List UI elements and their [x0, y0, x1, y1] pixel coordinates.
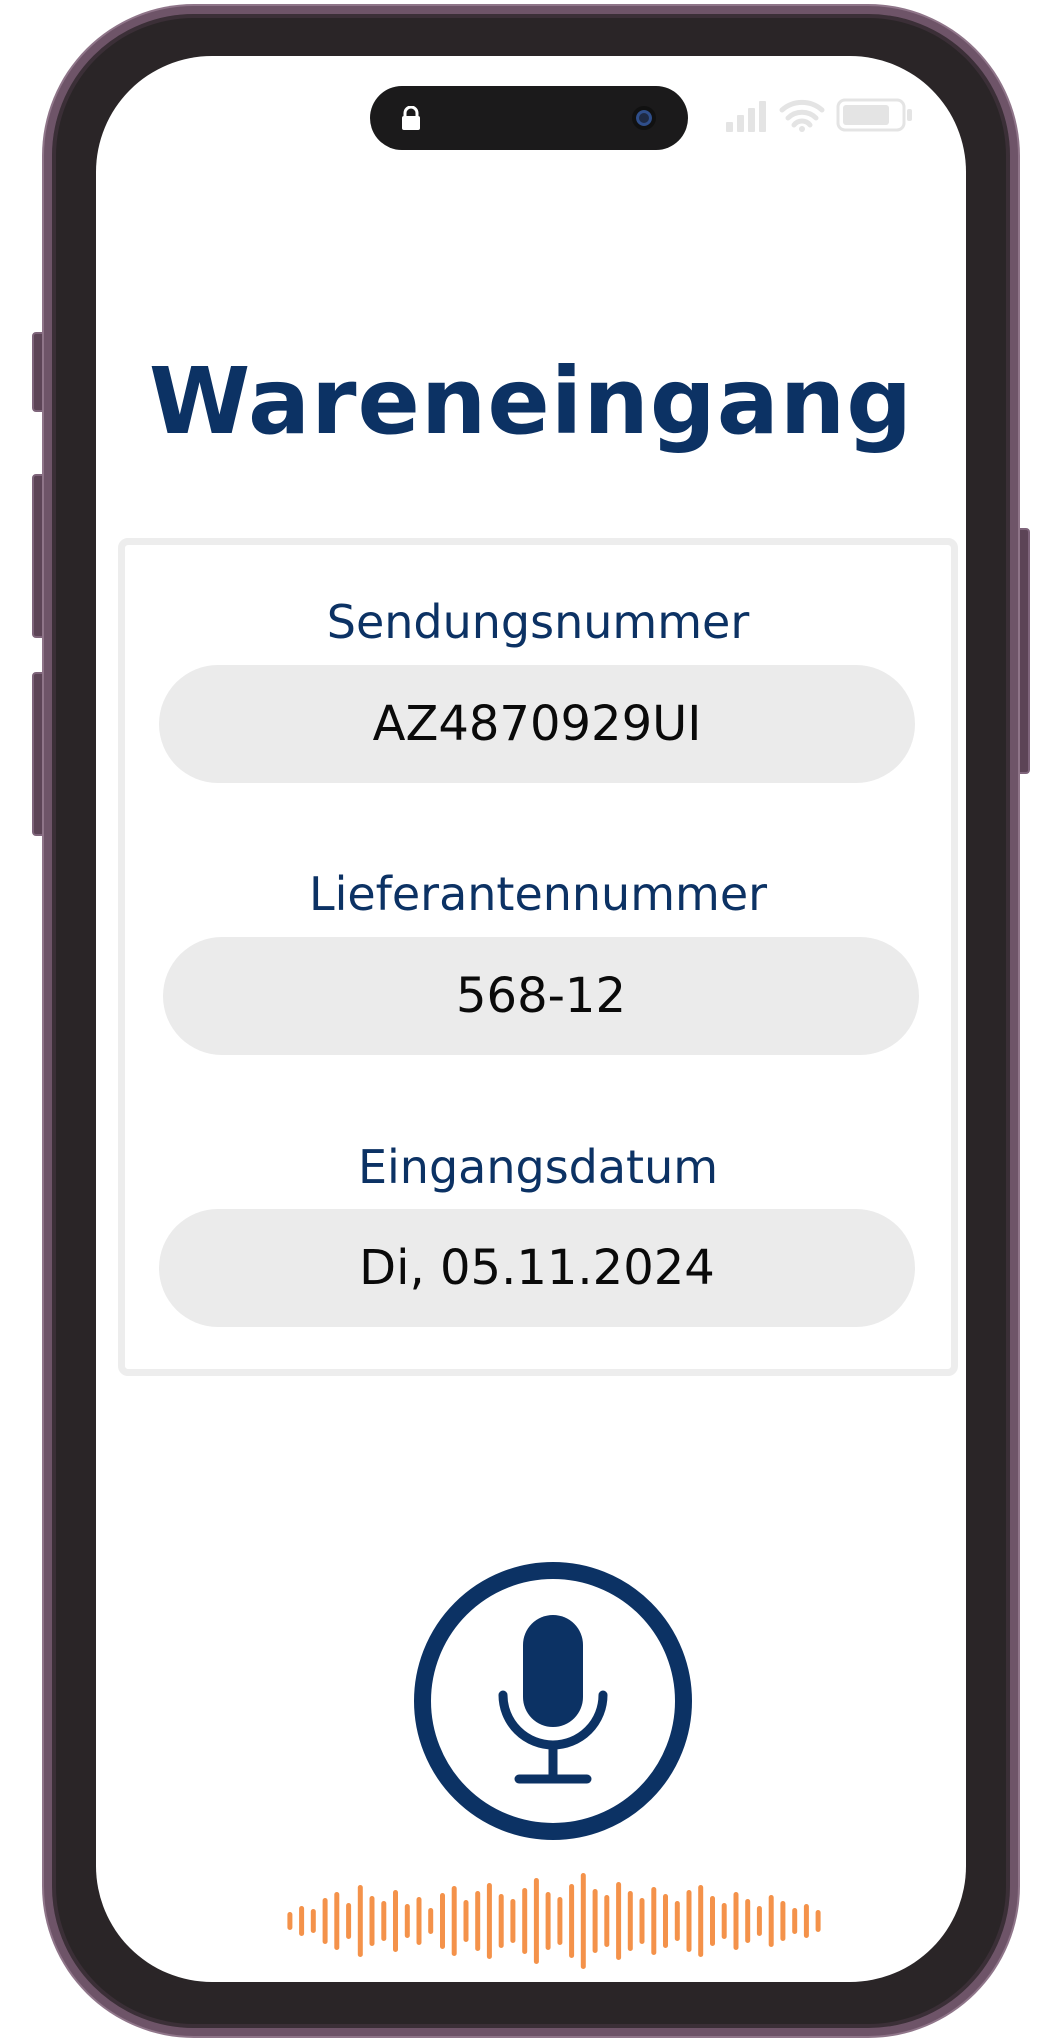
waveform-bar [592, 1889, 598, 1953]
waveform-bar [803, 1904, 809, 1938]
waveform-bar [721, 1903, 727, 1939]
battery-icon [836, 98, 912, 132]
page-title: Wareneingang [148, 348, 914, 455]
waveform-bar [768, 1895, 774, 1947]
waveform-bar [357, 1885, 363, 1957]
waveform-bar [815, 1910, 821, 1932]
waveform-bar [428, 1908, 434, 1934]
audio-waveform-icon [287, 1873, 821, 1969]
waveform-bar [463, 1900, 469, 1942]
waveform-bar [698, 1885, 704, 1957]
waveform-bar [639, 1898, 645, 1944]
waveform-bar [756, 1906, 762, 1936]
waveform-bar [580, 1873, 586, 1969]
receipt-date-field[interactable]: Di, 05.11.2024 [159, 1209, 915, 1327]
waveform-bar [381, 1901, 387, 1941]
waveform-bar [287, 1912, 293, 1930]
waveform-bar [369, 1896, 375, 1946]
waveform-bar [346, 1903, 352, 1939]
lock-icon [402, 106, 420, 130]
waveform-bar [299, 1906, 305, 1936]
waveform-bar [663, 1894, 668, 1948]
cellular-signal-icon [726, 101, 766, 132]
waveform-bar [475, 1891, 481, 1951]
waveform-bar [451, 1886, 457, 1956]
phone-screen: Wareneingang Sendungsnummer AZ4870929UI … [96, 56, 966, 1982]
receipt-date-label: Eingangsdatum [357, 1140, 719, 1194]
waveform-bar [545, 1892, 551, 1950]
shipment-number-field[interactable]: AZ4870929UI [159, 665, 915, 783]
waveform-bar [780, 1901, 786, 1941]
waveform-bar [651, 1887, 657, 1955]
shipment-number-label: Sendungsnummer [326, 595, 750, 649]
waveform-bar [557, 1897, 563, 1945]
waveform-bar [686, 1890, 692, 1952]
camera-icon [632, 106, 656, 130]
waveform-bar [745, 1899, 751, 1943]
waveform-bar [522, 1888, 528, 1954]
status-bar-icons [726, 98, 912, 132]
form-card: Sendungsnummer AZ4870929UI Lieferantennu… [118, 538, 958, 1376]
waveform-bar [334, 1892, 340, 1950]
dynamic-island [370, 86, 688, 150]
voice-input-button[interactable] [414, 1562, 692, 1840]
wifi-icon [779, 99, 825, 128]
waveform-bar [440, 1893, 445, 1949]
waveform-bar [404, 1904, 410, 1938]
waveform-bar [604, 1895, 610, 1947]
waveform-bar [310, 1909, 316, 1933]
waveform-bar [498, 1894, 504, 1948]
waveform-bar [627, 1891, 633, 1951]
waveform-bar [393, 1890, 398, 1952]
waveform-bar [510, 1899, 516, 1943]
waveform-bar [416, 1897, 422, 1945]
waveform-bar [792, 1908, 798, 1934]
waveform-bar [569, 1884, 575, 1958]
supplier-number-label: Lieferantennummer [308, 867, 768, 921]
waveform-bar [616, 1882, 622, 1960]
microphone-icon [498, 1615, 608, 1784]
waveform-bar [322, 1898, 328, 1944]
waveform-bar [674, 1901, 680, 1941]
waveform-bar [733, 1892, 739, 1950]
supplier-number-field[interactable]: 568-12 [163, 937, 919, 1055]
waveform-bar [533, 1878, 539, 1964]
waveform-bar [710, 1896, 715, 1946]
waveform-bar [486, 1883, 492, 1959]
